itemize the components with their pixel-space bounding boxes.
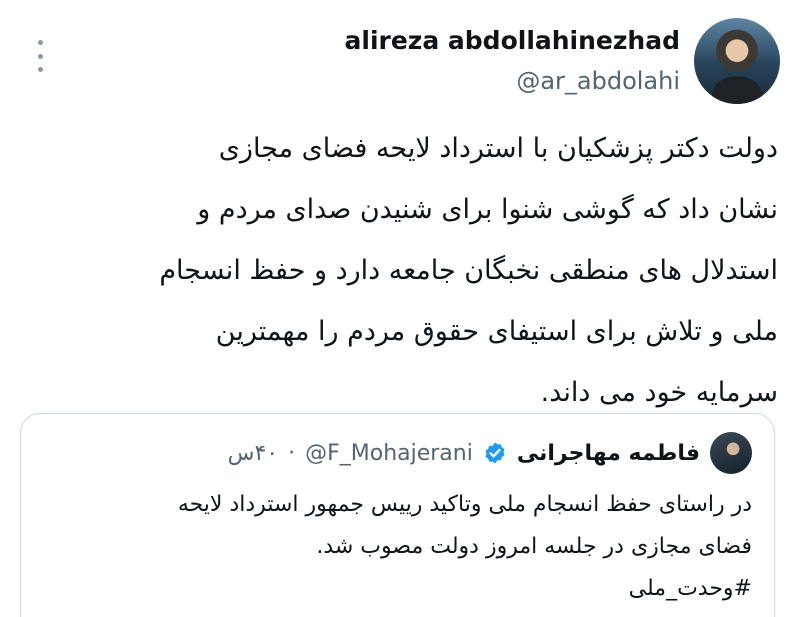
author-names: alireza abdollahinezhad @ar_abdolahi (345, 18, 681, 96)
hashtag[interactable]: #وحدت_ملی (43, 568, 752, 610)
quoted-author-avatar[interactable] (710, 432, 752, 474)
tweet-text-line: ملی و تلاش برای استیفای حقوق مردم را مهم… (215, 316, 778, 347)
separator-dot: · (288, 440, 296, 466)
tweet-author: alireza abdollahinezhad @ar_abdolahi (345, 18, 780, 104)
author-handle[interactable]: @ar_abdolahi (345, 66, 680, 96)
quoted-text-line: فضای مجازی در جلسه امروز دولت مصوب شد. (316, 534, 752, 559)
tweet-text-line: دولت دکتر پزشکیان با استرداد لایحه فضای … (218, 133, 778, 164)
author-avatar[interactable] (694, 18, 780, 104)
tweet-text-line: استدلال های منطقی نخبگان جامعه دارد و حف… (159, 255, 778, 286)
author-display-name[interactable]: alireza abdollahinezhad (345, 26, 681, 56)
quoted-timestamp[interactable]: ۴۰س (228, 441, 279, 466)
more-dot (37, 40, 43, 45)
quoted-tweet-text: در راستای حفظ انسجام ملی وتاکید رییس جمه… (43, 484, 752, 610)
more-dot (37, 53, 43, 59)
quoted-author-handle[interactable]: @F_Mohajerani (305, 441, 473, 466)
more-options-icon[interactable] (28, 36, 52, 76)
quoted-tweet-header: فاطمه مهاجرانی @F_Mohajerani · ۴۰س (43, 430, 752, 476)
quoted-tweet[interactable]: فاطمه مهاجرانی @F_Mohajerani · ۴۰س در را… (20, 413, 775, 617)
tweet-text: دولت دکتر پزشکیان با استرداد لایحه فضای … (22, 118, 778, 423)
verified-badge-icon (485, 442, 505, 464)
tweet-text-line: نشان داد که گوشی شنوا برای شنیدن صدای مر… (197, 194, 778, 225)
quoted-text-line: در راستای حفظ انسجام ملی وتاکید رییس جمه… (177, 492, 752, 517)
quoted-author-name[interactable]: فاطمه مهاجرانی (517, 441, 700, 466)
more-dot (37, 67, 43, 72)
